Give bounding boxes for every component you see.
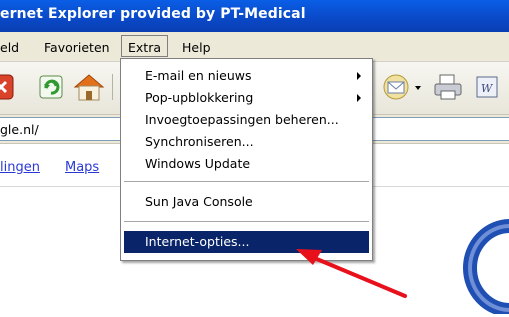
annotation-arrow-icon xyxy=(296,249,407,298)
